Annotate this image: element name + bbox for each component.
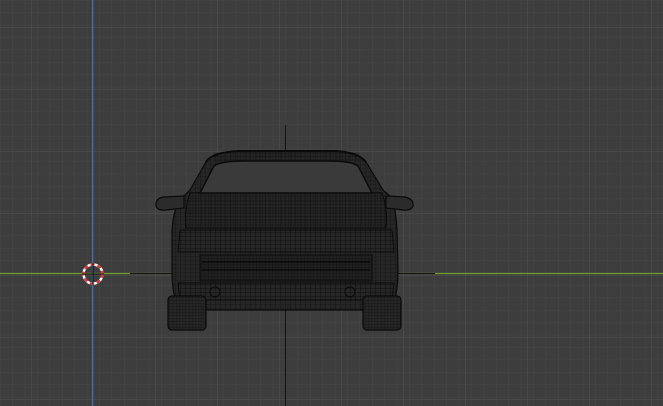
left-mirror bbox=[155, 195, 185, 211]
viewport-canvas[interactable] bbox=[0, 0, 663, 406]
right-front-wheel-mesh bbox=[363, 296, 401, 330]
left-front-wheel-mesh bbox=[168, 296, 206, 330]
front-grille-mesh bbox=[200, 255, 372, 281]
roof-mesh bbox=[214, 152, 360, 161]
headlights bbox=[177, 229, 395, 253]
right-mirror bbox=[385, 195, 414, 211]
hood bbox=[185, 192, 387, 229]
windshield bbox=[198, 160, 374, 194]
3d-viewport[interactable] bbox=[0, 0, 663, 406]
